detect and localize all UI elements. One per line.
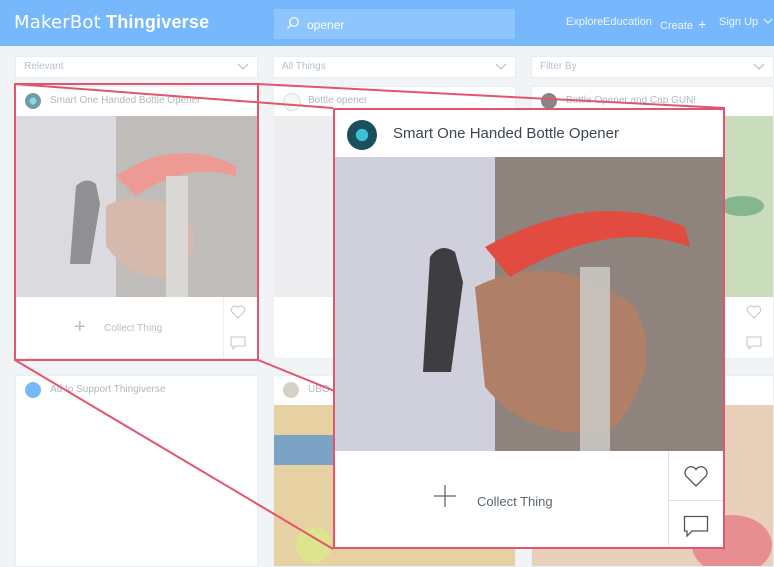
- thing-thumbnail[interactable]: [335, 157, 723, 451]
- avatar: [347, 120, 377, 150]
- comment-icon[interactable]: [683, 515, 709, 539]
- collect-thing-label: Collect Thing: [477, 494, 553, 509]
- card-title[interactable]: Smart One Handed Bottle Opener: [393, 125, 619, 142]
- zoomed-thing-card[interactable]: Smart One Handed Bottle Opener Collect T…: [333, 108, 725, 549]
- plus-icon: [434, 485, 456, 507]
- collect-thing-button[interactable]: Collect Thing: [335, 451, 668, 547]
- divider: [669, 500, 723, 501]
- heart-icon[interactable]: [683, 466, 709, 488]
